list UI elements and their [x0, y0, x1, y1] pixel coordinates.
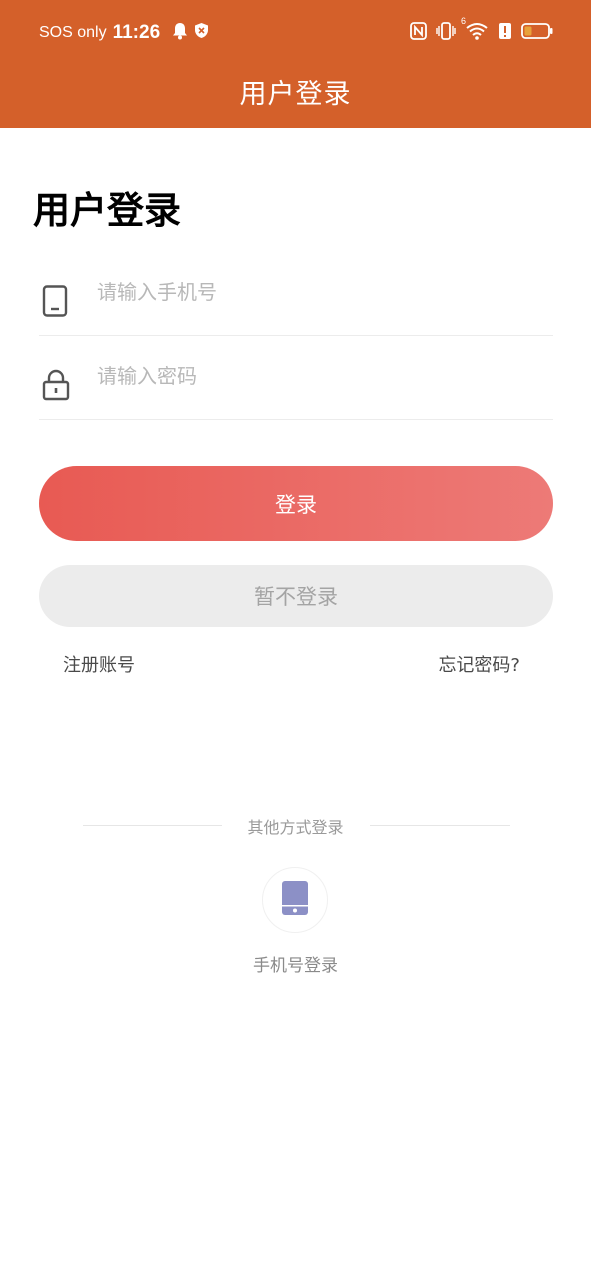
alert-icon	[498, 22, 512, 45]
phone-icon	[281, 880, 309, 920]
password-input[interactable]	[97, 358, 537, 394]
wifi-icon: 6	[461, 16, 489, 45]
phone-input[interactable]	[97, 274, 537, 310]
carrier-text: SOS only	[39, 24, 107, 41]
divider-right	[370, 825, 510, 826]
phone-login-button[interactable]	[262, 867, 328, 933]
wifi-generation: 6	[461, 15, 467, 26]
status-right: 6	[410, 16, 553, 45]
nfc-icon	[410, 21, 427, 45]
phone-icon	[42, 285, 68, 321]
skip-login-button[interactable]: 暂不登录	[39, 565, 553, 627]
forgot-password-link[interactable]: 忘记密码?	[438, 651, 520, 677]
login-button[interactable]: 登录	[39, 466, 553, 541]
lock-icon	[42, 369, 70, 405]
shield-icon	[194, 22, 209, 44]
register-link[interactable]: 注册账号	[63, 651, 135, 677]
phone-field	[39, 252, 553, 336]
app-header: SOS only 11:26 6 用户登录	[0, 0, 591, 128]
vibrate-icon	[436, 21, 456, 45]
status-bar: SOS only 11:26 6	[39, 16, 553, 46]
password-field	[39, 336, 553, 420]
status-left: SOS only 11:26	[39, 22, 209, 45]
page-title: 用户登录	[33, 189, 181, 232]
battery-icon	[521, 22, 553, 45]
header-title: 用户登录	[239, 79, 352, 110]
other-login-label: 其他方式登录	[247, 818, 344, 837]
bell-icon	[172, 22, 188, 45]
status-time: 11:26	[112, 22, 161, 43]
phone-login-label: 手机号登录	[253, 956, 338, 976]
